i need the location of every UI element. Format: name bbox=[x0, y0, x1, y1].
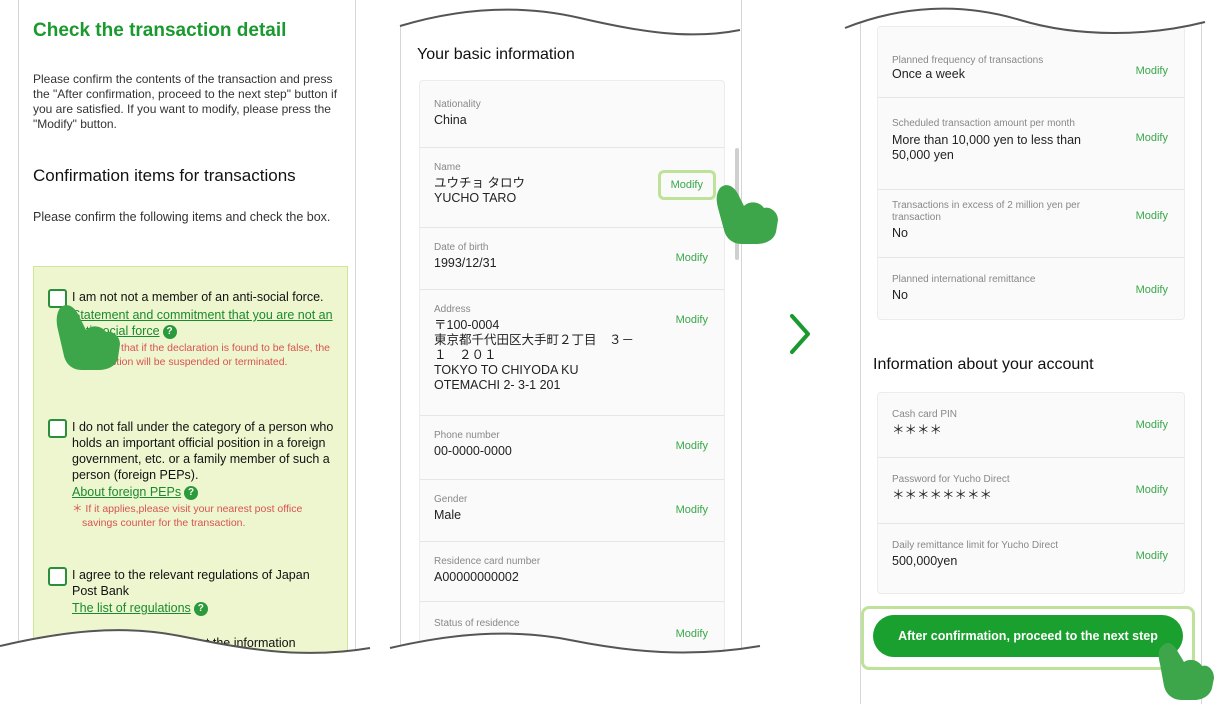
row-label: Cash card PIN bbox=[892, 409, 958, 420]
row-value: Male bbox=[434, 508, 462, 522]
row-value: Once a week bbox=[892, 67, 965, 81]
help-icon[interactable]: ? bbox=[184, 485, 199, 500]
help-icon[interactable]: ? bbox=[193, 601, 208, 616]
basic-info-card: Nationality China Name ユウチョ タロウ YUCHO TA… bbox=[419, 80, 725, 704]
row-value: A00000000002 bbox=[434, 570, 519, 584]
row-value: More than 10,000 yen to less than 50,000… bbox=[892, 133, 1082, 162]
modify-address-button[interactable]: Modify bbox=[676, 314, 708, 326]
row-value: China bbox=[434, 113, 467, 127]
help-icon[interactable]: ? bbox=[162, 324, 177, 339]
modify-frequency-button[interactable]: Modify bbox=[1136, 65, 1168, 77]
row-value: ＊＊＊＊ bbox=[892, 423, 943, 437]
pointing-hand-icon bbox=[716, 185, 778, 244]
checkbox-peps[interactable] bbox=[48, 419, 67, 438]
checkbox-regulations[interactable] bbox=[48, 567, 67, 586]
info-row-address: Address 〒100-0004 東京都千代田区大手町２丁目 ３－１ ２０１ … bbox=[420, 289, 724, 416]
transaction-info-panel: Planned frequency of transactions Once a… bbox=[860, 0, 1202, 704]
row-label: Address bbox=[434, 304, 471, 315]
info-row-dob: Date of birth 1993/12/31 Modify bbox=[420, 227, 724, 290]
row-label: Scheduled transaction amount per month bbox=[892, 118, 1075, 129]
row-label: Password for Yucho Direct bbox=[892, 474, 1010, 485]
row-label: Planned international remittance bbox=[892, 274, 1036, 285]
checkbox-label-fragment: hat the information ntry of bbox=[192, 636, 296, 666]
row-label: Phone number bbox=[434, 430, 500, 441]
row-label: Nationality bbox=[434, 99, 481, 110]
pointing-hand-icon bbox=[1158, 643, 1214, 700]
row-label: Status of residence bbox=[434, 618, 520, 629]
info-row-nationality: Nationality China bbox=[420, 81, 724, 147]
page-title: Check the transaction detail bbox=[33, 20, 287, 41]
info-row-residence-card: Residence card number A00000000002 bbox=[420, 541, 724, 602]
row-value: ＊＊＊＊＊＊＊＊ bbox=[892, 488, 993, 502]
info-row-status: Status of residence Modify bbox=[420, 601, 724, 682]
transaction-purpose-card: Planned frequency of transactions Once a… bbox=[877, 26, 1185, 320]
checkbox-label: I agree to the relevant regulations of J… bbox=[72, 568, 310, 598]
info-row-name: Name ユウチョ タロウ YUCHO TARO Modify bbox=[420, 147, 724, 228]
account-heading: Information about your account bbox=[873, 356, 1094, 373]
info-row-remittance: Planned international remittance No Modi… bbox=[878, 257, 1184, 320]
row-value: 〒100-0004 東京都千代田区大手町２丁目 ３－１ ２０１ TOKYO TO… bbox=[434, 318, 635, 392]
row-label: Planned frequency of transactions bbox=[892, 55, 1044, 66]
info-row-frequency: Planned frequency of transactions Once a… bbox=[878, 27, 1184, 97]
row-value: 1993/12/31 bbox=[434, 256, 497, 270]
row-value: No bbox=[892, 226, 908, 240]
peps-note: ＊ If it applies,please visit your neares… bbox=[72, 503, 303, 529]
modify-dob-button[interactable]: Modify bbox=[676, 252, 708, 264]
modify-amount-button[interactable]: Modify bbox=[1136, 132, 1168, 144]
confirm-instruction: Please confirm the following items and c… bbox=[33, 210, 331, 224]
account-card: Cash card PIN ＊＊＊＊ Modify Password for Y… bbox=[877, 392, 1185, 594]
info-row-phone: Phone number 00-0000-0000 Modify bbox=[420, 415, 724, 480]
row-label: Transactions in excess of 2 million yen … bbox=[892, 200, 1081, 223]
modify-large-transactions-button[interactable]: Modify bbox=[1136, 210, 1168, 222]
row-label: Date of birth bbox=[434, 242, 489, 253]
modify-gender-button[interactable]: Modify bbox=[676, 504, 708, 516]
basic-information-panel: Your basic information Nationality China… bbox=[400, 0, 742, 704]
info-row-password: Password for Yucho Direct ＊＊＊＊＊＊＊＊ Modif… bbox=[878, 457, 1184, 524]
row-label: Name bbox=[434, 162, 461, 173]
info-row-pin: Cash card PIN ＊＊＊＊ Modify bbox=[878, 393, 1184, 457]
regulations-link[interactable]: The list of regulations bbox=[72, 601, 191, 615]
row-value: 00-0000-0000 bbox=[434, 444, 512, 458]
row-label: Residence card number bbox=[434, 556, 541, 567]
modify-phone-button[interactable]: Modify bbox=[676, 440, 708, 452]
info-row-amount: Scheduled transaction amount per month M… bbox=[878, 97, 1184, 190]
modify-password-button[interactable]: Modify bbox=[1136, 484, 1168, 496]
row-value: No bbox=[892, 288, 908, 302]
basic-info-heading: Your basic information bbox=[417, 46, 575, 63]
row-value: 500,000yen bbox=[892, 554, 958, 568]
row-label: Gender bbox=[434, 494, 468, 505]
foreign-peps-link[interactable]: About foreign PEPs bbox=[72, 485, 181, 499]
checkbox-label: I do not fall under the category of a pe… bbox=[72, 420, 334, 482]
info-row-large-transactions: Transactions in excess of 2 million yen … bbox=[878, 189, 1184, 258]
intro-text: Please confirm the contents of the trans… bbox=[33, 72, 338, 131]
confirm-heading: Confirmation items for transactions bbox=[33, 166, 296, 185]
modify-remittance-button[interactable]: Modify bbox=[1136, 284, 1168, 296]
next-step-button[interactable]: After confirmation, proceed to the next … bbox=[873, 615, 1183, 657]
modify-name-button[interactable]: Modify bbox=[657, 170, 716, 200]
modify-daily-limit-button[interactable]: Modify bbox=[1136, 550, 1168, 562]
info-row-daily-limit: Daily remittance limit for Yucho Direct … bbox=[878, 523, 1184, 594]
info-row-gender: Gender Male Modify bbox=[420, 479, 724, 542]
chevron-right-icon bbox=[790, 314, 810, 354]
modify-pin-button[interactable]: Modify bbox=[1136, 419, 1168, 431]
modify-status-button[interactable]: Modify bbox=[676, 628, 708, 640]
row-label: Daily remittance limit for Yucho Direct bbox=[892, 540, 1058, 551]
pointing-hand-icon bbox=[56, 305, 120, 370]
row-value: ユウチョ タロウ YUCHO TARO bbox=[434, 176, 525, 205]
